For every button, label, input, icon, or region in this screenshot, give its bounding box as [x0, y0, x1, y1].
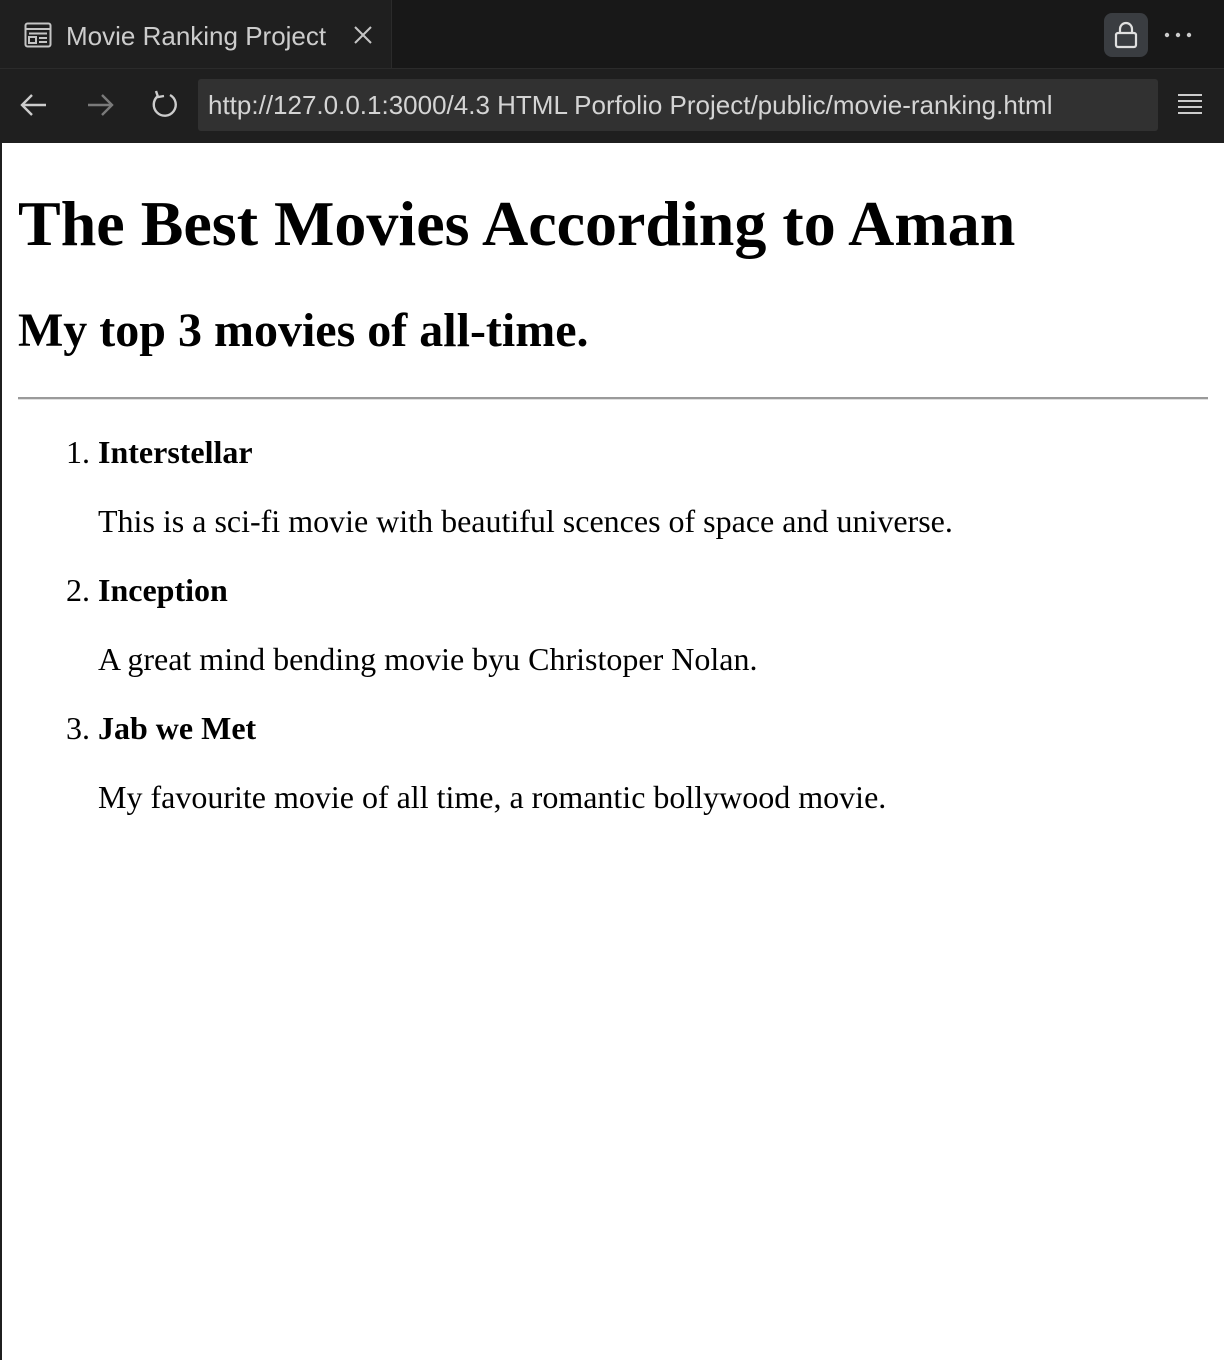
menu-button[interactable] — [1172, 87, 1208, 123]
page-title: The Best Movies According to Aman — [18, 188, 1016, 259]
arrow-right-icon — [88, 94, 114, 116]
lock-icon — [1114, 21, 1138, 49]
movie-description: A great mind bending movie byu Christope… — [98, 641, 758, 677]
lock-button[interactable] — [1104, 13, 1148, 57]
preview-icon — [24, 22, 52, 48]
reload-icon — [152, 90, 177, 117]
more-icon — [1164, 32, 1192, 38]
tab-title: Movie Ranking Project — [66, 21, 327, 51]
divider — [18, 397, 1208, 400]
movie-title: Inception — [98, 572, 228, 608]
movie-description: This is a sci-fi movie with beautiful sc… — [98, 503, 953, 539]
movie-description: My favourite movie of all time, a romant… — [98, 779, 887, 815]
page-subtitle: My top 3 movies of all-time. — [18, 304, 589, 357]
navigation-bar: http://127.0.0.1:3000/4.3 HTML Porfolio … — [0, 68, 1224, 143]
arrow-left-icon — [20, 94, 46, 116]
address-bar[interactable]: http://127.0.0.1:3000/4.3 HTML Porfolio … — [198, 79, 1158, 131]
more-actions-button[interactable] — [1160, 16, 1196, 52]
back-button[interactable] — [16, 87, 52, 123]
menu-icon — [1178, 94, 1202, 114]
tab-movie-ranking[interactable]: Movie Ranking Project — [0, 0, 392, 70]
list-number: 1. — [66, 434, 90, 470]
forward-button[interactable] — [82, 87, 118, 123]
url-text: http://127.0.0.1:3000/4.3 HTML Porfolio … — [208, 90, 1053, 120]
tab-bar: Movie Ranking Project — [0, 0, 1224, 70]
list-number: 3. — [66, 710, 90, 746]
list-number: 2. — [66, 572, 90, 608]
close-icon[interactable] — [352, 24, 374, 46]
movie-title: Jab we Met — [98, 710, 257, 746]
page-viewport: The Best Movies According to Aman My top… — [0, 143, 1224, 1360]
reload-button[interactable] — [146, 87, 182, 123]
movie-title: Interstellar — [98, 434, 253, 470]
